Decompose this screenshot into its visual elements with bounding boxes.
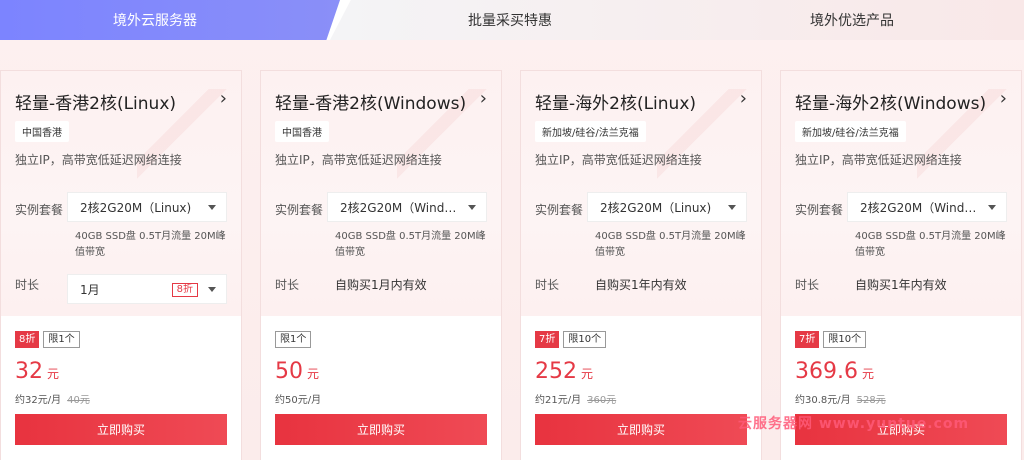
badge-row: 限1个 [275,331,312,348]
caret-down-icon [468,205,476,210]
card-title[interactable]: 轻量-海外2核(Windows) [795,89,986,114]
product-card-hk-windows: 轻量-香港2核(Windows) › 中国香港 独立IP，高带宽低延迟网络连接 … [260,70,502,460]
card-title[interactable]: 轻量-香港2核(Windows) [275,89,466,114]
duration-label: 时长 [795,278,820,292]
tab-bulk-purchase[interactable]: 批量采买特惠 [340,0,680,40]
limit-badge: 限1个 [43,331,80,348]
price-sub: 约21元/月 360元 [535,391,616,406]
chevron-right-icon[interactable]: › [1000,89,1007,109]
buy-now-button[interactable]: 立即购买 [15,414,227,445]
buy-now-button[interactable]: 立即购买 [275,414,487,445]
tab-label: 批量采买特惠 [468,13,552,29]
card-description: 独立IP，高带宽低延迟网络连接 [795,153,962,167]
price-unit: 元 [307,367,320,381]
region-tag: 新加坡/硅谷/法兰克福 [535,121,646,142]
plan-select-value: 2核2G20M（Linux) [80,200,192,215]
monthly-price: 约21元/月 [535,395,582,406]
tab-label: 境外优选产品 [810,13,894,29]
plan-select[interactable]: 2核2G20M（Windows) [847,192,1007,222]
discount-badge: 7折 [535,331,560,348]
plan-label: 实例套餐 [15,203,64,217]
plan-spec: 40GB SSD盘 0.5T月流量 20M峰值带宽 [595,231,746,258]
caret-down-icon [208,287,216,292]
limit-badge: 限10个 [823,331,867,348]
monthly-price: 约50元/月 [275,395,322,406]
badge-row: 7折 限10个 [535,331,607,348]
original-price: 528元 [856,395,886,406]
price-sub: 约32元/月 40元 [15,391,90,406]
region-tag: 中国香港 [275,121,329,142]
duration-label: 时长 [15,278,40,292]
price-sub: 约30.8元/月 528元 [795,391,886,406]
plan-select-value: 2核2G20M（Windows) [860,200,980,215]
duration-text: 自购买1年内有效 [855,278,947,292]
buy-now-button[interactable]: 立即购买 [535,414,747,445]
duration-select-value: 1月 [80,282,100,297]
monthly-price: 约30.8元/月 [795,395,851,406]
duration-text: 自购买1月内有效 [335,278,427,292]
price-unit: 元 [581,367,594,381]
plan-select[interactable]: 2核2G20M（Linux) [67,192,227,222]
plan-select[interactable]: 2核2G20M（Linux) [587,192,747,222]
monthly-price: 约32元/月 [15,395,62,406]
price-value: 50 [275,359,303,384]
caret-down-icon [208,205,216,210]
card-title[interactable]: 轻量-香港2核(Linux) [15,89,176,114]
discount-badge: 7折 [795,331,820,348]
plan-label: 实例套餐 [275,203,324,217]
price-value: 369.6 [795,359,858,384]
price: 50 元 [275,359,319,384]
region-tag: 中国香港 [15,121,69,142]
card-description: 独立IP，高带宽低延迟网络连接 [275,153,442,167]
card-description: 独立IP，高带宽低延迟网络连接 [535,153,702,167]
region-tag: 新加坡/硅谷/法兰克福 [795,121,906,142]
duration-select[interactable]: 1月 8折 [67,274,227,304]
product-card-overseas-linux: 轻量-海外2核(Linux) › 新加坡/硅谷/法兰克福 独立IP，高带宽低延迟… [520,70,762,460]
card-title[interactable]: 轻量-海外2核(Linux) [535,89,696,114]
caret-down-icon [728,205,736,210]
duration-text: 自购买1年内有效 [595,278,687,292]
price-unit: 元 [47,367,60,381]
plan-label: 实例套餐 [795,203,844,217]
product-card-overseas-windows: 轻量-海外2核(Windows) › 新加坡/硅谷/法兰克福 独立IP，高带宽低… [780,70,1022,460]
price-value: 32 [15,359,43,384]
discount-badge: 8折 [15,331,40,348]
plan-label: 实例套餐 [535,203,584,217]
limit-badge: 限10个 [563,331,607,348]
price-unit: 元 [861,367,874,381]
chevron-right-icon[interactable]: › [220,89,227,109]
caret-down-icon [988,205,996,210]
duration-discount-tag: 8折 [171,283,198,297]
tab-overseas-cloud-server[interactable]: 境外云服务器 [0,0,340,40]
plan-select-value: 2核2G20M（Linux) [600,200,712,215]
price: 369.6 元 [795,359,874,384]
plan-spec: 40GB SSD盘 0.5T月流量 20M峰值带宽 [335,231,486,258]
chevron-right-icon[interactable]: › [480,89,487,109]
price: 32 元 [15,359,59,384]
price-value: 252 [535,359,577,384]
limit-badge: 限1个 [275,331,312,348]
badge-row: 7折 限10个 [795,331,867,348]
tab-label: 境外云服务器 [113,13,197,29]
card-description: 独立IP，高带宽低延迟网络连接 [15,153,182,167]
tab-overseas-products[interactable]: 境外优选产品 [682,0,1022,40]
price-sub: 约50元/月 [275,391,321,406]
original-price: 360元 [587,395,617,406]
chevron-right-icon[interactable]: › [740,89,747,109]
plan-select[interactable]: 2核2G20M（Windows) [327,192,487,222]
duration-label: 时长 [535,278,560,292]
duration-label: 时长 [275,278,300,292]
plan-spec: 40GB SSD盘 0.5T月流量 20M峰值带宽 [855,231,1006,258]
plan-spec: 40GB SSD盘 0.5T月流量 20M峰值带宽 [75,231,226,258]
plan-select-value: 2核2G20M（Windows) [340,200,460,215]
tab-bar: 境外云服务器 批量采买特惠 境外优选产品 [0,0,1024,40]
original-price: 40元 [67,395,90,406]
product-card-hk-linux: 轻量-香港2核(Linux) › 中国香港 独立IP，高带宽低延迟网络连接 实例… [0,70,242,460]
badge-row: 8折 限1个 [15,331,80,348]
watermark: 云服务器网 www.yuntue.com [738,416,970,432]
price: 252 元 [535,359,593,384]
